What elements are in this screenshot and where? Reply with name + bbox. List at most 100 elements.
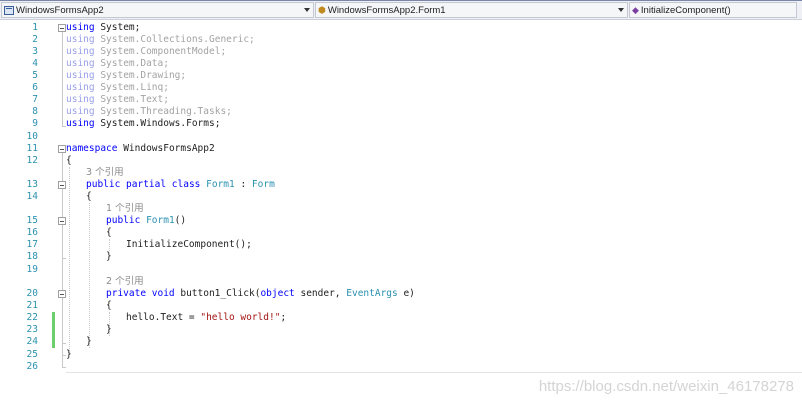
line-number: 18 [26, 251, 38, 262]
line-number: 25 [26, 349, 38, 360]
code-text: System.Windows.Forms; [94, 118, 221, 129]
line-number: 9 [32, 118, 38, 129]
namespace-name: WindowsFormsApp2 [117, 143, 215, 154]
brace: } [86, 336, 92, 347]
keyword: namespace [66, 143, 118, 154]
line-number: 15 [26, 215, 38, 226]
keyword: private void [106, 288, 175, 299]
outline-line [62, 32, 63, 126]
code-line[interactable]: using System.Windows.Forms; [66, 118, 220, 130]
constructor-name: Form1 [146, 215, 175, 226]
change-indicator [52, 312, 55, 348]
code-line[interactable]: using System.ComponentModel; [66, 46, 226, 58]
code-text: System; [94, 22, 141, 33]
line-number: 4 [32, 58, 38, 69]
code-text: System.Drawing; [94, 70, 187, 81]
keyword: public partial class [86, 179, 201, 190]
brace: { [86, 191, 92, 202]
code-line[interactable]: private void button1_Click(object sender… [106, 288, 415, 300]
code-line[interactable]: using System; [66, 22, 140, 34]
line-number: 26 [26, 361, 38, 372]
code-text: e) [397, 288, 415, 299]
line-number: 5 [32, 70, 38, 81]
line-number: 11 [26, 143, 38, 154]
outline-end [62, 343, 66, 344]
project-dropdown-label: WindowsFormsApp2 [16, 4, 104, 16]
member-dropdown[interactable]: ◆ InitializeComponent() [629, 2, 797, 18]
code-line[interactable]: } [106, 324, 112, 336]
string-literal: "hello world!" [200, 312, 281, 323]
brace: } [106, 251, 112, 262]
member-dropdown-label: InitializeComponent() [640, 4, 731, 16]
line-number: 16 [26, 227, 38, 238]
collapse-icon[interactable] [58, 181, 66, 189]
project-dropdown[interactable]: WindowsFormsApp2 [1, 2, 314, 18]
brace: } [66, 349, 72, 360]
code-line[interactable]: public Form1() [106, 215, 186, 227]
line-number: 3 [32, 46, 38, 57]
code-text: System.Text; [94, 94, 169, 105]
code-line[interactable]: } [106, 251, 112, 263]
keyword: public [106, 215, 141, 226]
navigation-bar: WindowsFormsApp2 ⬢ WindowsFormsApp2.Form… [0, 0, 802, 20]
type-name: EventArgs [346, 288, 398, 299]
indent-guide [69, 167, 70, 355]
code-line[interactable]: using System.Drawing; [66, 70, 186, 82]
code-line[interactable]: using System.Text; [66, 94, 169, 106]
line-number: 6 [32, 82, 38, 93]
line-number: 13 [26, 179, 38, 190]
code-text: System.Threading.Tasks; [94, 106, 232, 117]
collapse-icon[interactable] [58, 290, 66, 298]
code-text: System.Data; [94, 58, 169, 69]
code-text: hello.Text = [126, 312, 201, 323]
code-line[interactable]: } [86, 336, 92, 348]
code-line[interactable]: InitializeComponent(); [126, 239, 252, 251]
line-number: 20 [26, 288, 38, 299]
code-text: : [234, 179, 252, 190]
brace: { [106, 227, 112, 238]
class-icon: ⬢ [318, 4, 326, 15]
csharp-project-icon [4, 5, 14, 15]
class-name: Form1 [206, 179, 235, 190]
code-line[interactable]: using System.Collections.Generic; [66, 34, 255, 46]
code-text: () [174, 215, 187, 226]
code-line[interactable]: using System.Threading.Tasks; [66, 106, 232, 118]
code-text: System.Collections.Generic; [94, 34, 255, 45]
line-number: 19 [26, 264, 38, 275]
chevron-down-icon[interactable] [304, 8, 310, 12]
references-codelens[interactable]: 1 个引用 [106, 203, 144, 215]
code-editor[interactable]: 1 2 3 4 5 6 7 8 9 10 11 12 13 14 15 16 1… [0, 20, 802, 405]
collapse-icon[interactable] [58, 24, 66, 32]
brace: { [66, 155, 72, 166]
code-text: System.ComponentModel; [94, 46, 227, 57]
code-line[interactable]: { [106, 300, 112, 312]
outline-end [62, 258, 66, 259]
collapse-icon[interactable] [58, 145, 66, 153]
code-line[interactable]: using System.Linq; [66, 82, 169, 94]
method-name: button1_Click( [174, 288, 261, 299]
code-line[interactable]: { [106, 227, 112, 239]
brace: } [106, 324, 112, 335]
code-text: ; [280, 312, 287, 323]
code-line[interactable]: hello.Text = "hello world!"; [126, 312, 286, 324]
line-number: 21 [26, 300, 38, 311]
code-line[interactable]: { [86, 191, 92, 203]
keyword: using [66, 94, 95, 105]
chevron-down-icon[interactable] [618, 8, 624, 12]
references-codelens[interactable]: 3 个引用 [86, 167, 124, 179]
code-line[interactable]: } [66, 349, 72, 361]
line-number: 8 [32, 106, 38, 117]
line-number: 2 [32, 34, 38, 45]
code-line[interactable]: public partial class Form1 : Form [86, 179, 275, 191]
references-codelens[interactable]: 2 个引用 [106, 276, 144, 288]
class-dropdown[interactable]: ⬢ WindowsFormsApp2.Form1 [315, 2, 628, 18]
keyword: using [66, 70, 95, 81]
code-line[interactable]: using System.Data; [66, 58, 169, 70]
keyword: using [66, 82, 95, 93]
code-line[interactable]: namespace WindowsFormsApp2 [66, 143, 215, 155]
line-number: 12 [26, 155, 38, 166]
current-line-highlight [66, 361, 802, 373]
code-line[interactable]: { [66, 155, 72, 167]
collapse-icon[interactable] [58, 217, 66, 225]
base-type: Form [251, 179, 275, 190]
